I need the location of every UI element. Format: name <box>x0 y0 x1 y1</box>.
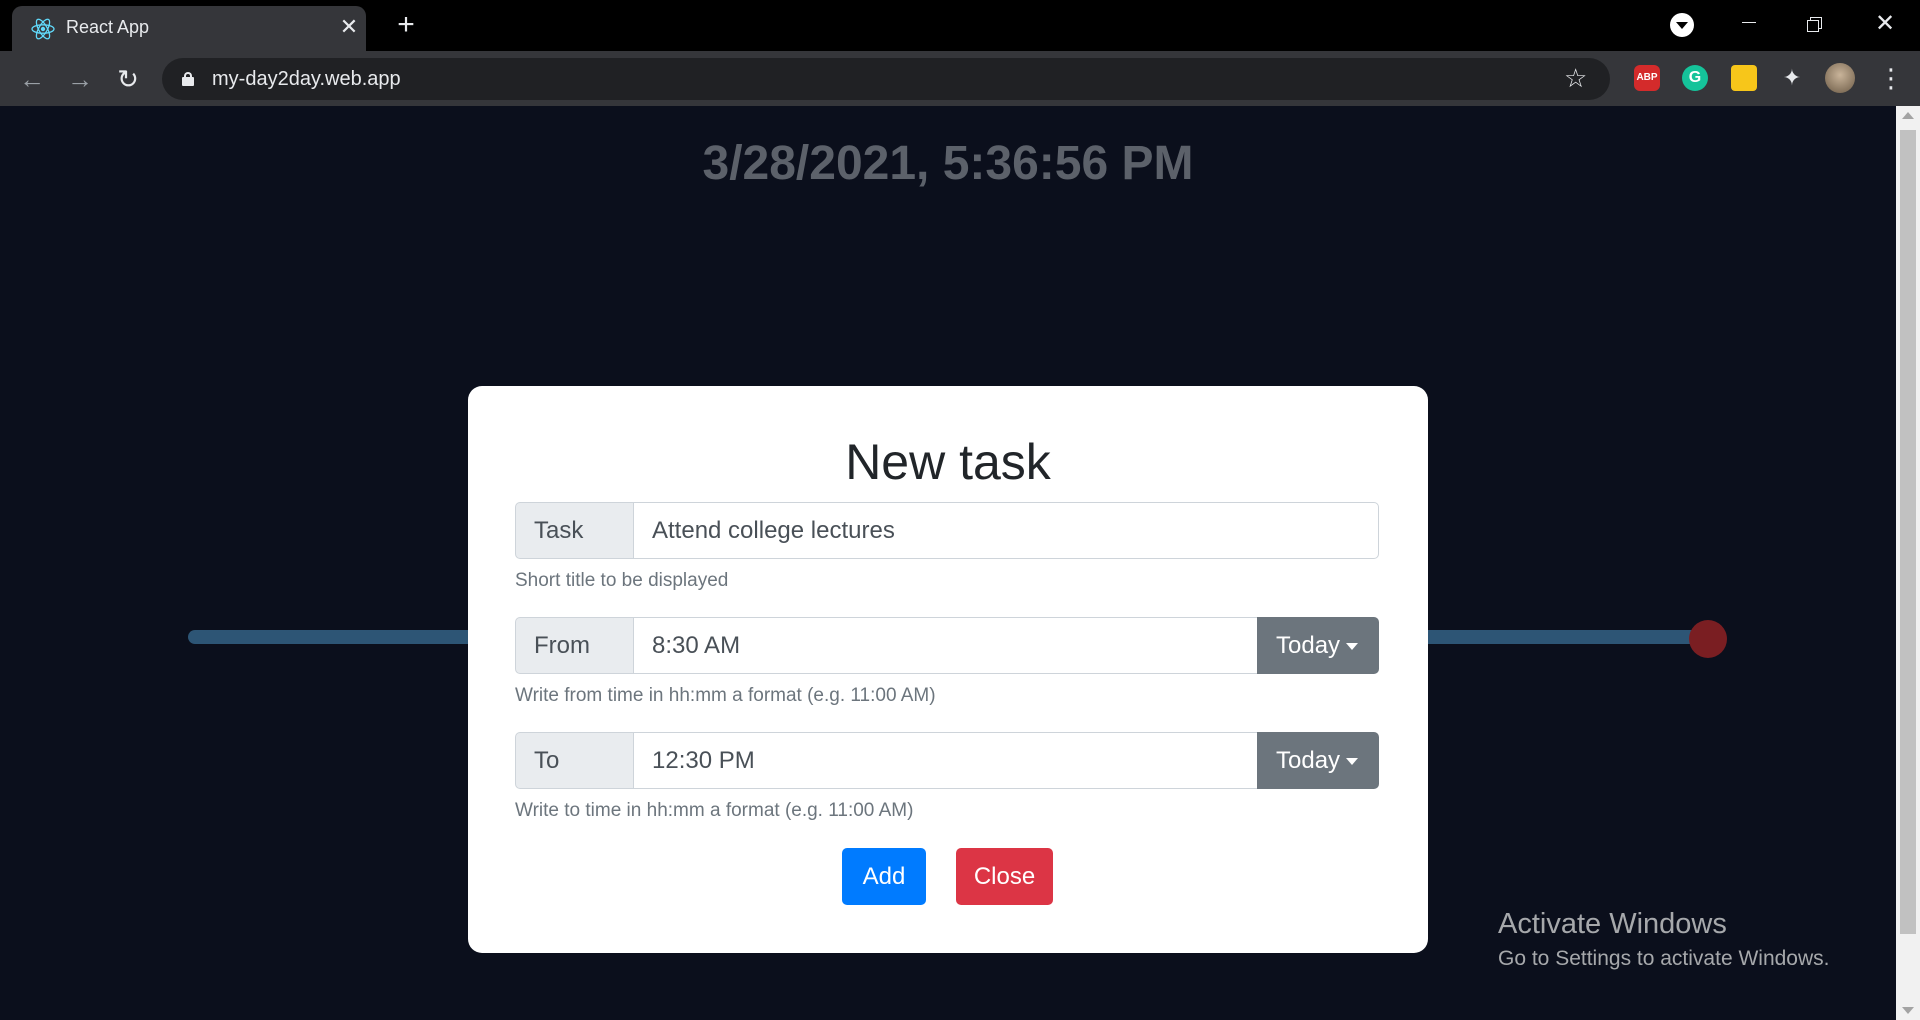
address-bar[interactable]: my-day2day.web.app ☆ <box>162 58 1610 100</box>
from-time-input[interactable]: 8:30 AM <box>633 617 1258 674</box>
modal-title: New task <box>845 434 1051 490</box>
lock-icon[interactable] <box>182 72 194 86</box>
from-label: From <box>515 617 634 674</box>
scroll-down-icon[interactable] <box>1902 1007 1914 1014</box>
task-help-text: Short title to be displayed <box>515 570 729 591</box>
to-day-dropdown[interactable]: Today <box>1257 732 1379 789</box>
to-help-text: Write to time in hh:mm a format (e.g. 11… <box>515 800 914 821</box>
watermark-subtitle: Go to Settings to activate Windows. <box>1498 947 1830 970</box>
timeline-marker[interactable] <box>1689 620 1727 658</box>
chevron-down-icon <box>1346 758 1358 765</box>
from-day-dropdown[interactable]: Today <box>1257 617 1379 674</box>
restore-icon[interactable] <box>1793 6 1839 42</box>
to-time-input[interactable]: 12:30 PM <box>633 732 1258 789</box>
add-button[interactable]: Add <box>842 848 926 905</box>
task-input[interactable]: Attend college lectures <box>633 502 1379 559</box>
from-help-text: Write from time in hh:mm a format (e.g. … <box>515 685 936 706</box>
more-menu-icon[interactable]: ⋮ <box>1878 63 1904 95</box>
arrow-left-icon[interactable]: ← <box>16 63 48 95</box>
scroll-up-icon[interactable] <box>1902 112 1914 119</box>
tab-search-icon[interactable] <box>1670 13 1694 37</box>
tab-title: React App <box>66 17 150 37</box>
browser-tab[interactable]: React App ✕ <box>12 6 366 51</box>
task-label: Task <box>515 502 634 559</box>
minimize-icon[interactable] <box>1726 6 1772 42</box>
chevron-down-icon <box>1346 643 1358 650</box>
current-datetime: 3/28/2021, 5:36:56 PM <box>702 137 1194 190</box>
activate-windows-watermark: Activate Windows Go to Settings to activ… <box>1498 908 1830 971</box>
url-text[interactable]: my-day2day.web.app <box>212 68 401 91</box>
honey-icon[interactable] <box>1731 65 1757 91</box>
adblock-plus-icon[interactable]: ABP <box>1634 65 1660 91</box>
browser-toolbar: ← → ↻ my-day2day.web.app ☆ ABP G ✦ ⋮ <box>0 51 1920 106</box>
arrow-right-icon[interactable]: → <box>64 63 96 95</box>
to-day-label: Today <box>1276 747 1341 774</box>
browser-tab-bar: React App ✕ + ✕ <box>0 0 1920 51</box>
scroll-thumb[interactable] <box>1900 130 1916 934</box>
new-tab-icon[interactable]: + <box>390 10 422 42</box>
close-tab-icon[interactable]: ✕ <box>336 14 362 40</box>
app-page: 3/28/2021, 5:36:56 PM Activate Windows G… <box>0 106 1896 1020</box>
from-day-label: Today <box>1276 632 1341 659</box>
avatar-icon[interactable] <box>1825 63 1855 93</box>
watermark-title: Activate Windows <box>1498 908 1727 940</box>
star-icon[interactable]: ☆ <box>1564 63 1587 94</box>
page-scrollbar[interactable] <box>1896 106 1920 1020</box>
puzzle-icon[interactable]: ✦ <box>1779 65 1805 91</box>
new-task-modal: New task Task Attend college lectures Sh… <box>468 386 1428 953</box>
react-icon <box>31 18 55 40</box>
grammarly-icon[interactable]: G <box>1682 65 1708 91</box>
window-close-icon[interactable]: ✕ <box>1862 6 1908 42</box>
to-label: To <box>515 732 634 789</box>
close-button[interactable]: Close <box>956 848 1053 905</box>
reload-icon[interactable]: ↻ <box>112 63 144 95</box>
